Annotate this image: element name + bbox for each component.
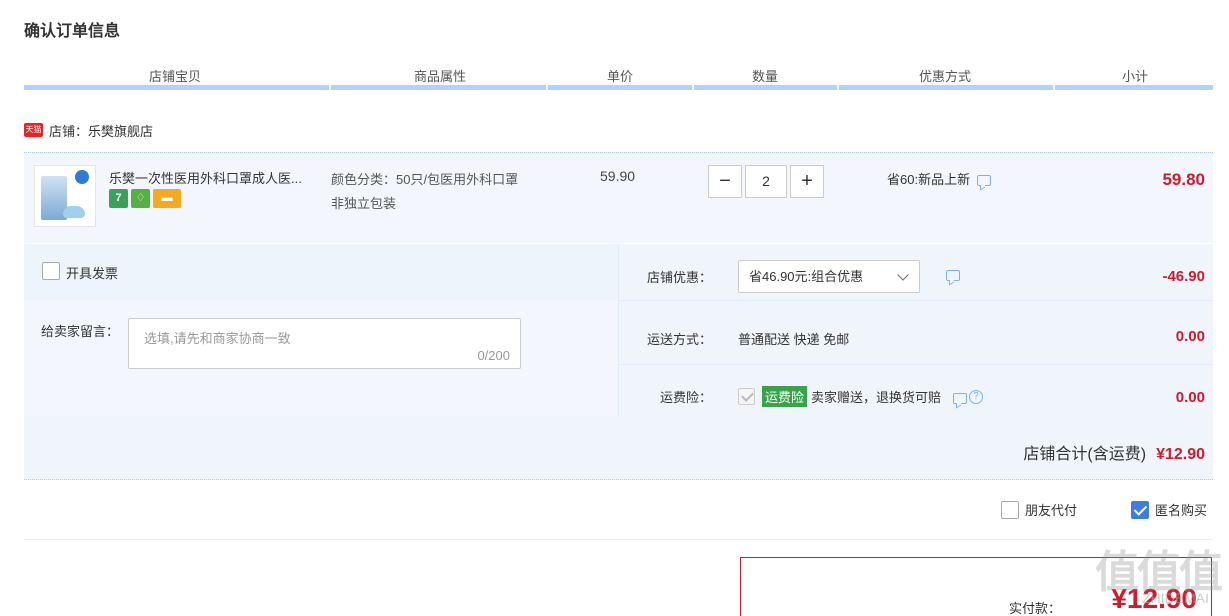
insurance-comment-icon[interactable] [953,393,968,404]
shop-total: 店铺合计(含运费) ¥12.90 [1023,440,1205,464]
shop-row: 天猫 店铺：乐樊旗舰店 [24,120,153,140]
item-promotion-label: 省60:新品上新 [887,172,971,187]
insurance-label: 运费险： [659,390,712,405]
service-icons: 7 ♢ ▬ [109,189,181,208]
watermark-text: ZHIDEMAI [1142,590,1209,606]
insurance-description: 卖家赠送，退换货可赔 [811,390,942,405]
row-divider-1 [618,300,1213,301]
insurance-amount: 0.00 [1175,389,1205,406]
product-mask-image [63,206,85,218]
attribute-packaging: 非独立包装 [331,196,397,211]
header-bar-2 [331,85,546,90]
shop-total-amount: ¥12.90 [1156,446,1205,463]
anonymous-label: 匿名购买 [1155,503,1208,518]
product-title[interactable]: 乐樊一次性医用外科口罩成人医... [109,168,325,187]
tmall-icon: 天猫 [24,123,43,137]
shipping-amount: 0.00 [1175,328,1205,345]
header-bar-6 [1055,85,1213,90]
payment-label: 实付款： [1008,601,1061,616]
help-icon[interactable]: ? [969,389,984,404]
anonymous-checkbox[interactable] [1131,500,1149,519]
attribute-color-spec: 颜色分类：50只/包医用外科口罩 [331,172,519,187]
quantity-decrease-button[interactable]: − [708,165,742,198]
insurance-tag: 运费险 [762,386,808,407]
row-divider-2 [618,364,1213,365]
insurance-checkbox[interactable] [738,388,755,405]
message-label: 给卖家留言： [41,324,120,339]
shop-discount-label: 店铺优惠： [646,270,712,285]
page-title: 确认订单信息 [24,23,121,40]
message-char-count: 0/200 [477,348,510,363]
friend-pay-checkbox[interactable] [1001,500,1019,519]
invoice-label: 开具发票 [66,266,119,281]
unit-price: 59.90 [600,168,636,184]
discount-comment-icon[interactable] [946,270,960,281]
item-promotion: 省60:新品上新 [887,169,992,188]
message-placeholder: 选填,请先和商家协商一致 [144,331,291,346]
column-header-attributes: 商品属性 [413,69,466,84]
header-bar-4 [694,85,837,90]
column-header-shop-item: 店铺宝贝 [148,69,201,84]
product-attributes: 颜色分类：50只/包医用外科口罩 非独立包装 [331,168,518,216]
friend-pay-option: 朋友代付 [1001,500,1077,519]
item-subtotal: 59.80 [1162,170,1205,189]
product-count-badge [75,170,89,184]
header-bar-5 [839,85,1053,90]
shop-discount-select[interactable]: 省46.90元:组合优惠 [738,260,920,293]
shipping-method: 普通配送 快递 免邮 [738,332,850,347]
shipping-label: 运送方式： [646,332,712,347]
credit-card-icon: ▬ [153,189,181,208]
shop-discount-selected: 省46.90元:组合优惠 [749,269,864,284]
quantity-increase-button[interactable]: + [790,165,824,198]
guarantee-icon: ♢ [131,189,150,208]
anonymous-option: 匿名购买 [1131,500,1207,519]
quantity-input[interactable]: 2 [745,165,787,198]
order-item-row: 乐樊一次性医用外科口罩成人医... 7 ♢ ▬ 颜色分类：50只/包医用外科口罩… [24,152,1213,243]
product-thumbnail[interactable] [34,165,96,227]
invoice-checkbox[interactable] [42,262,60,280]
vertical-divider [618,244,619,416]
quantity-stepper: − 2 + [708,165,824,198]
chevron-down-icon [897,269,909,281]
column-header-subtotal: 小计 [1121,69,1148,84]
column-header-discount: 优惠方式 [918,69,971,84]
section-divider [24,539,1213,540]
message-input[interactable]: 选填,请先和商家协商一致 0/200 [128,318,521,369]
comment-icon[interactable] [977,175,992,186]
header-bar-1 [24,85,329,90]
order-options-panel: 开具发票 给卖家留言： 选填,请先和商家协商一致 0/200 店铺优惠： 省46… [24,244,1213,480]
header-bar-3 [548,85,692,90]
shop-total-label: 店铺合计(含运费) [1023,446,1147,463]
insurance-row: 运费险 卖家赠送，退换货可赔 ? [738,386,984,407]
friend-pay-label: 朋友代付 [1025,503,1078,518]
shop-discount-amount: -46.90 [1162,268,1205,285]
column-header-quantity: 数量 [751,69,778,84]
shop-name[interactable]: 店铺：乐樊旗舰店 [49,121,153,140]
column-header-unit-price: 单价 [606,69,633,84]
seven-day-return-icon: 7 [109,189,128,208]
